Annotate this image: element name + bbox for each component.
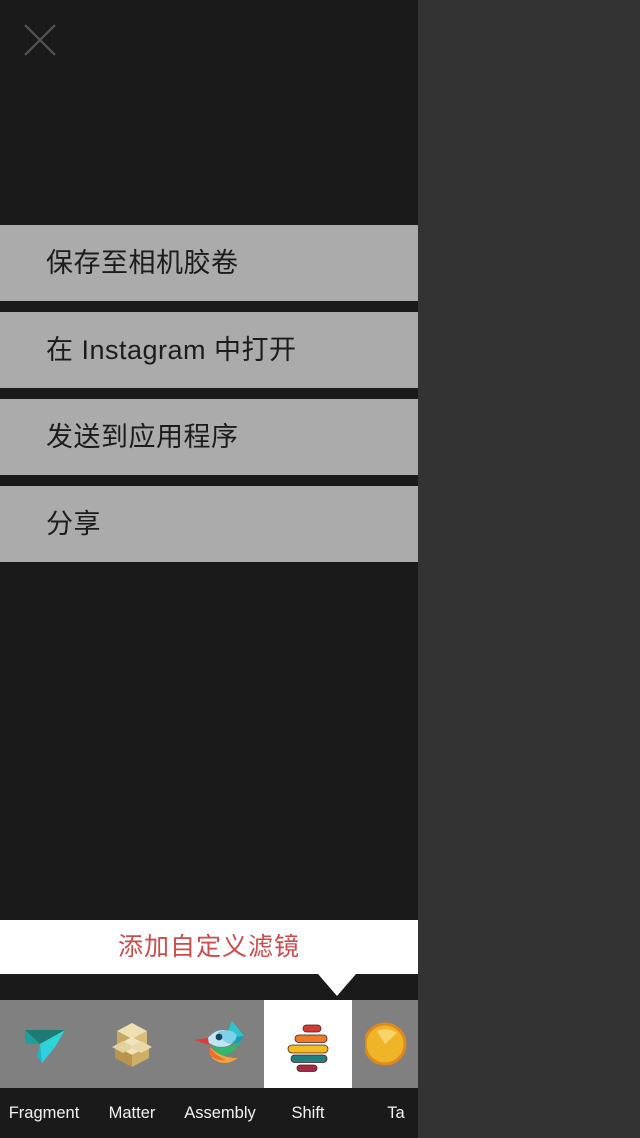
filter-label-assembly[interactable]: Assembly <box>176 1088 264 1138</box>
add-custom-filter-tooltip[interactable]: 添加自定义滤镜 <box>0 920 418 996</box>
app-viewport: 保存至相机胶卷 在 Instagram 中打开 发送到应用程序 分享 添加自定义… <box>0 0 418 1138</box>
filter-thumb-fragment[interactable] <box>0 1000 88 1088</box>
filter-thumb-ta[interactable] <box>352 1000 418 1088</box>
circle-partial-icon <box>365 1013 418 1075</box>
menu-separator <box>0 388 418 399</box>
menu-item-label: 保存至相机胶卷 <box>46 247 239 278</box>
filter-label-ta[interactable]: Ta <box>352 1088 418 1138</box>
filter-label-row: Fragment Matter Assembly Shift Ta <box>0 1088 418 1138</box>
cube-blocks-icon <box>101 1013 163 1075</box>
stacked-bars-icon <box>277 1013 339 1075</box>
filter-label-text: Ta <box>387 1103 405 1122</box>
filter-thumb-assembly[interactable] <box>176 1000 264 1088</box>
menu-item-open-in-instagram[interactable]: 在 Instagram 中打开 <box>0 312 418 388</box>
tooltip-label: 添加自定义滤镜 <box>117 932 300 961</box>
bird-icon <box>188 1012 252 1076</box>
tooltip-bar[interactable]: 添加自定义滤镜 <box>0 920 418 974</box>
filter-label-matter[interactable]: Matter <box>88 1088 176 1138</box>
filter-label-text: Assembly <box>184 1103 256 1122</box>
filter-label-text: Shift <box>291 1103 325 1122</box>
filter-label-text: Fragment <box>8 1103 80 1122</box>
tooltip-arrow-icon <box>318 974 356 996</box>
filter-label-fragment[interactable]: Fragment <box>0 1088 88 1138</box>
close-icon[interactable] <box>18 18 62 62</box>
menu-item-label: 发送到应用程序 <box>46 421 239 452</box>
menu-item-label: 在 Instagram 中打开 <box>46 334 297 365</box>
fragment-arrow-icon <box>13 1013 75 1075</box>
menu-item-share[interactable]: 分享 <box>0 486 418 562</box>
filter-label-text: Matter <box>108 1103 156 1122</box>
filter-icon-row <box>0 1000 418 1088</box>
menu-item-label: 分享 <box>46 508 101 539</box>
menu-item-send-to-app[interactable]: 发送到应用程序 <box>0 399 418 475</box>
menu-item-save-to-camera-roll[interactable]: 保存至相机胶卷 <box>0 225 418 301</box>
menu-separator <box>0 475 418 486</box>
filter-thumb-matter[interactable] <box>88 1000 176 1088</box>
menu-separator <box>0 301 418 312</box>
share-menu: 保存至相机胶卷 在 Instagram 中打开 发送到应用程序 分享 <box>0 225 418 562</box>
filter-thumb-shift[interactable] <box>264 1000 352 1088</box>
filter-bar: Fragment Matter Assembly Shift Ta <box>0 1000 418 1138</box>
filter-label-shift[interactable]: Shift <box>264 1088 352 1138</box>
